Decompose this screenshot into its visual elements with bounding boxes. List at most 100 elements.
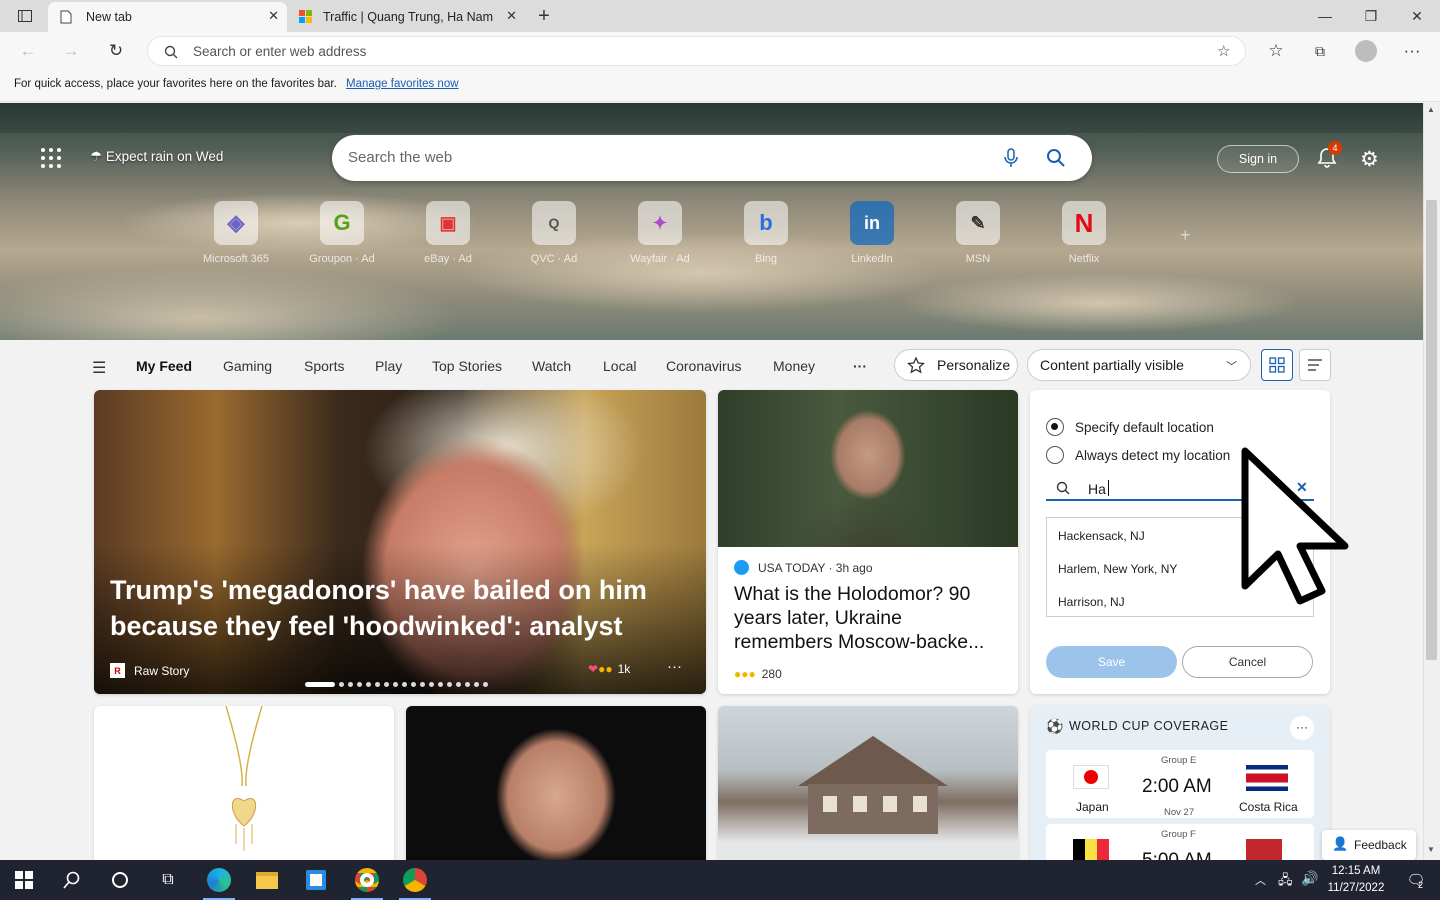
microphone-icon[interactable] (1004, 148, 1018, 168)
tab-sports[interactable]: Sports (304, 358, 344, 374)
detect-location-radio[interactable] (1046, 446, 1064, 464)
tab-actions-button[interactable] (8, 4, 42, 28)
tab-money[interactable]: Money (773, 358, 815, 374)
back-button[interactable]: ← (13, 37, 43, 65)
tile-ebay[interactable]: ▣ eBay · Ad (418, 201, 478, 265)
news-card-jewelry[interactable] (94, 706, 394, 860)
tile-groupon[interactable]: G Groupon · Ad (309, 201, 375, 265)
taskbar-edge[interactable] (195, 860, 243, 900)
network-icon[interactable]: 🖧 (1278, 871, 1293, 893)
suggestion-item[interactable]: Harrison, NJ (1058, 595, 1125, 609)
personalize-button[interactable]: Personalize (894, 349, 1018, 381)
content-visibility-select[interactable]: Content partially visible ﹀ (1027, 349, 1251, 381)
search-icon[interactable] (1046, 148, 1066, 168)
grid-view-button[interactable] (1261, 349, 1293, 381)
suggestion-item[interactable]: Harlem, New York, NY (1058, 562, 1177, 576)
specify-location-label[interactable]: Specify default location (1075, 420, 1214, 435)
taskbar-chrome-profile[interactable] (343, 860, 391, 900)
tab-gaming[interactable]: Gaming (223, 358, 272, 374)
news-headline[interactable]: What is the Holodomor? 90 years later, U… (734, 582, 1004, 654)
news-card-holodomor[interactable]: USA TODAY · 3h ago What is the Holodomor… (718, 390, 1018, 694)
tile-msn[interactable]: ✎ MSN (948, 201, 1008, 265)
tile-microsoft-365[interactable]: ◈ Microsoft 365 (203, 201, 269, 265)
task-view-button[interactable]: ⧉ (144, 860, 192, 900)
manage-favorites-link[interactable]: Manage favorites now (346, 78, 459, 90)
tile-qvc[interactable]: Q QVC · Ad (524, 201, 584, 265)
forward-button[interactable]: → (56, 37, 86, 65)
save-button[interactable]: Save (1046, 646, 1177, 678)
tab-traffic[interactable]: Traffic | Quang Trung, Ha Nam ✕ (287, 2, 525, 32)
feedback-button[interactable]: 👤 Feedback (1322, 830, 1416, 860)
add-favorite-icon[interactable]: ☆ (1217, 42, 1230, 60)
hamburger-menu-icon[interactable]: ☰ (92, 358, 106, 378)
sign-in-button[interactable]: Sign in (1217, 145, 1299, 173)
tab-my-feed[interactable]: My Feed (136, 358, 192, 374)
taskbar-search-button[interactable] (48, 860, 96, 900)
scroll-up-icon[interactable]: ▲ (1427, 105, 1435, 114)
qvc-icon: Q (532, 201, 576, 245)
detect-location-label[interactable]: Always detect my location (1075, 448, 1230, 463)
tab-local[interactable]: Local (603, 358, 636, 374)
favorites-button[interactable]: ☆ (1261, 37, 1291, 65)
taskbar-chrome[interactable] (391, 860, 439, 900)
show-hidden-icons[interactable]: ︿ (1255, 872, 1266, 888)
cancel-button[interactable]: Cancel (1182, 646, 1313, 678)
reaction-summary[interactable]: ●●● 280 (734, 667, 782, 681)
close-window-button[interactable]: ✕ (1394, 0, 1440, 32)
scroll-down-icon[interactable]: ▼ (1427, 845, 1435, 854)
start-button[interactable] (0, 860, 48, 900)
web-search-box[interactable]: Search the web (332, 135, 1092, 181)
settings-more-button[interactable]: ··· (1397, 37, 1427, 65)
action-center-button[interactable]: 🗨 2 (1396, 860, 1436, 900)
featured-news-card[interactable]: Trump's 'megadonors' have bailed on him … (94, 390, 706, 694)
apps-launcher-icon[interactable] (40, 147, 64, 169)
volume-icon[interactable]: 🔊 (1301, 870, 1318, 887)
profile-button[interactable] (1351, 37, 1381, 65)
taskbar-file-explorer[interactable] (243, 860, 291, 900)
japan-flag-icon (1073, 765, 1109, 789)
reaction-summary[interactable]: ❤ ● ● 1k (588, 662, 630, 676)
address-bar[interactable]: Search or enter web address ☆ (147, 36, 1246, 66)
notifications-button[interactable]: 4 (1316, 141, 1342, 170)
add-site-icon[interactable]: + (1180, 225, 1191, 246)
taskbar-store[interactable] (292, 860, 340, 900)
more-options-icon[interactable]: ··· (667, 658, 682, 675)
page-settings-icon[interactable]: ⚙ (1360, 147, 1379, 172)
widget-more-options-icon[interactable]: ··· (1290, 716, 1314, 740)
restore-button[interactable]: ❐ (1348, 0, 1394, 32)
cortana-button[interactable] (96, 860, 144, 900)
system-clock[interactable]: 12:15 AM 11/27/2022 (1320, 863, 1392, 897)
more-tabs-button[interactable]: ··· (853, 358, 867, 374)
featured-headline[interactable]: Trump's 'megadonors' have bailed on him … (110, 572, 670, 644)
collections-button[interactable]: ⧉ (1305, 37, 1335, 65)
msn-icon: ✎ (956, 201, 1000, 245)
tab-play[interactable]: Play (375, 358, 402, 374)
new-tab-button[interactable]: + (527, 4, 561, 28)
news-card-bolton[interactable] (406, 706, 706, 860)
tab-watch[interactable]: Watch (532, 358, 571, 374)
match-japan-costa-rica[interactable]: Group E 2:00 AM Nov 27 Japan Costa Rica (1046, 750, 1314, 818)
close-tab-icon[interactable]: ✕ (268, 8, 279, 24)
team-name: Costa Rica (1239, 800, 1298, 814)
tab-new-tab[interactable]: New tab ✕ (48, 2, 287, 32)
close-tab-icon[interactable]: ✕ (506, 8, 517, 24)
tab-top-stories[interactable]: Top Stories (432, 358, 502, 374)
list-view-button[interactable] (1299, 349, 1331, 381)
minimize-button[interactable]: — (1302, 0, 1348, 32)
suggestion-item[interactable]: Hackensack, NJ (1058, 529, 1145, 543)
tile-linkedin[interactable]: in LinkedIn (842, 201, 902, 265)
news-card-house[interactable] (718, 706, 1018, 860)
tile-bing[interactable]: b Bing (736, 201, 796, 265)
weather-widget[interactable]: ☂ Expect rain on Wed (90, 149, 223, 165)
store-icon (306, 870, 326, 890)
match-group-f[interactable]: Group F 5:00 AM (1046, 824, 1314, 860)
tile-wayfair[interactable]: ✦ Wayfair · Ad (630, 201, 690, 265)
refresh-button[interactable]: ↻ (101, 37, 131, 65)
tab-coronavirus[interactable]: Coronavirus (666, 358, 741, 374)
scrollbar-thumb[interactable] (1426, 200, 1437, 660)
world-cup-widget[interactable]: ⚽ WORLD CUP COVERAGE ··· Group E 2:00 AM… (1030, 706, 1330, 860)
source-name: Raw Story (134, 663, 190, 678)
specify-location-radio[interactable] (1046, 418, 1064, 436)
text-caret (1108, 480, 1109, 496)
tile-netflix[interactable]: N Netflix (1054, 201, 1114, 265)
